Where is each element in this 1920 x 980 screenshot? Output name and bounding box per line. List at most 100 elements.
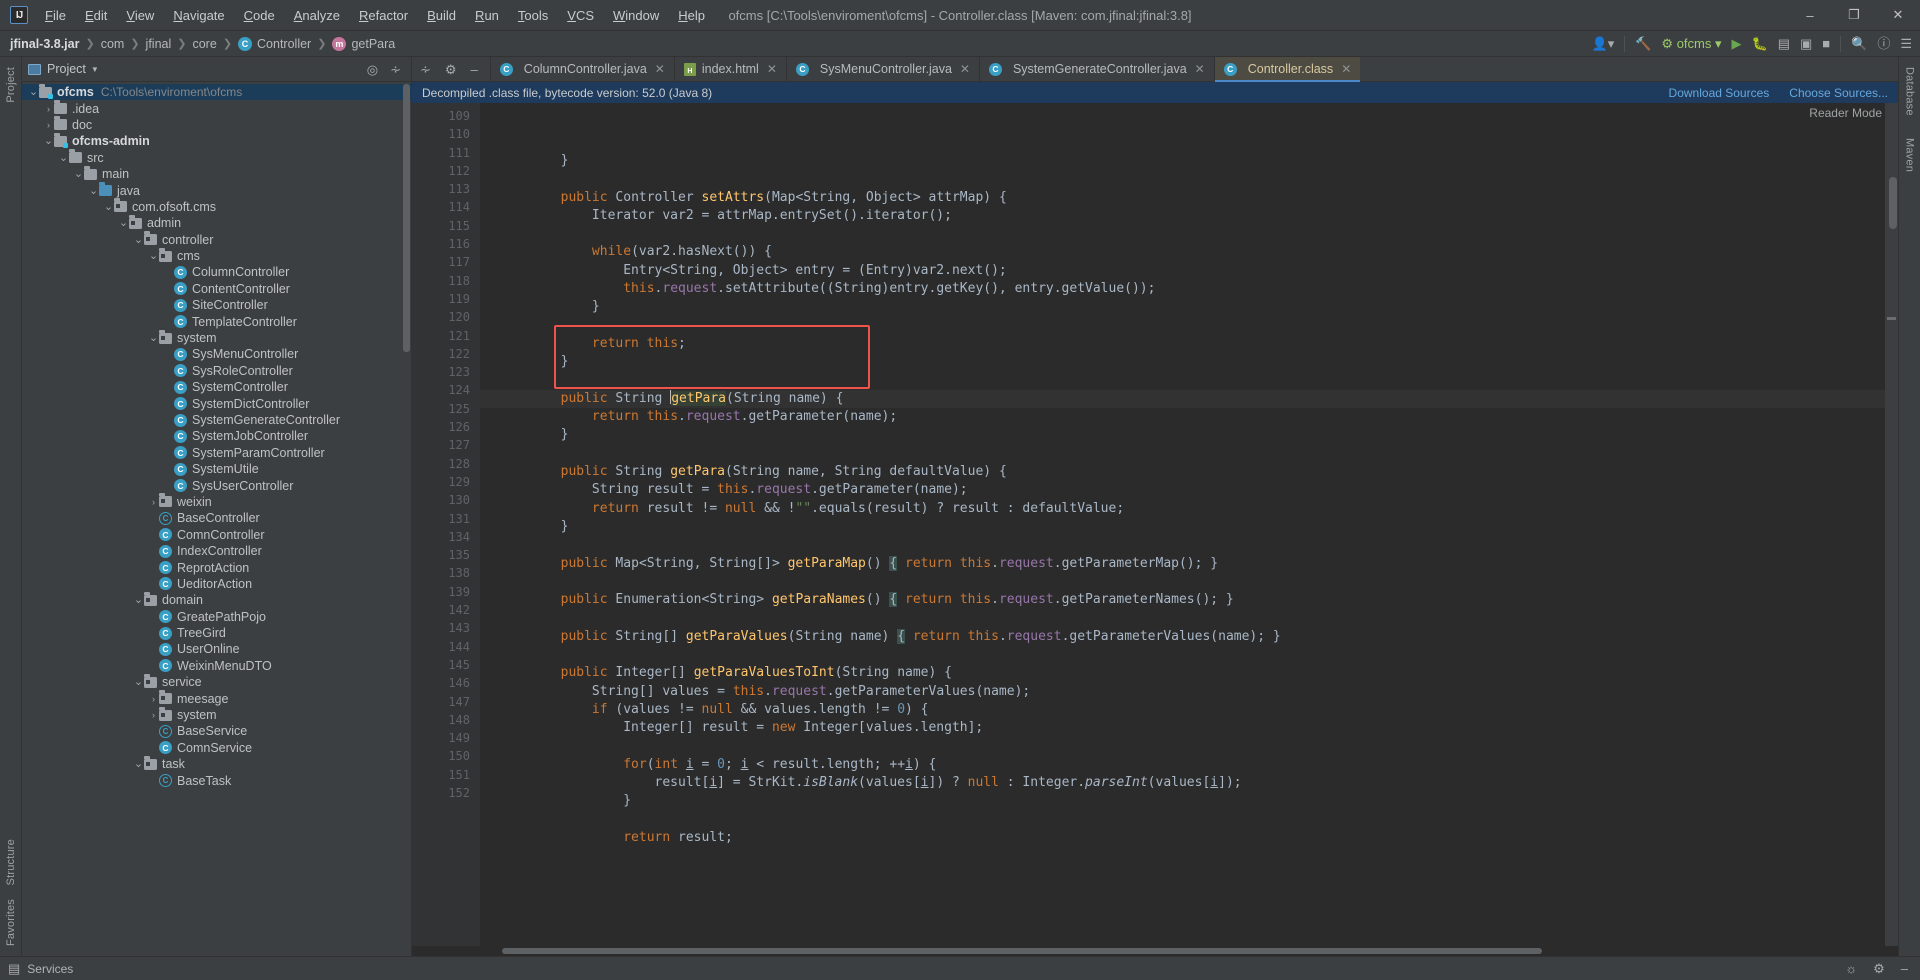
line-number-gutter[interactable]: 109 110 111−112 113114− 115 116117 118 119 120 12… <box>412 103 494 946</box>
tree-item-systemcontroller[interactable]: ›CSystemController <box>22 379 411 395</box>
code-line[interactable] <box>480 372 1885 390</box>
tree-item-systemgeneratecontroller[interactable]: ›CSystemGenerateController <box>22 412 411 428</box>
chevron-right-icon[interactable]: › <box>148 694 159 704</box>
code-line[interactable]: String[] values = this.request.getParame… <box>480 683 1885 701</box>
menu-item-file[interactable]: File <box>36 4 75 27</box>
tree-item-systemparamcontroller[interactable]: ›CSystemParamController <box>22 445 411 461</box>
code-line[interactable] <box>480 738 1885 756</box>
tool-window-project[interactable]: Project <box>5 63 17 107</box>
code-line[interactable]: } <box>480 152 1885 170</box>
close-tab-icon[interactable]: ✕ <box>960 62 970 76</box>
code-line[interactable] <box>480 811 1885 829</box>
maximize-button[interactable]: ❐ <box>1832 0 1876 31</box>
error-stripe-gutter[interactable] <box>1885 103 1898 946</box>
tree-item-systemdictcontroller[interactable]: ›CSystemDictController <box>22 395 411 411</box>
editor-horizontal-scrollbar-track[interactable] <box>412 946 1898 956</box>
close-tab-icon[interactable]: ✕ <box>1341 62 1351 76</box>
code-line[interactable] <box>480 609 1885 627</box>
menu-item-run[interactable]: Run <box>466 4 508 27</box>
crosshair-icon[interactable]: ◎ <box>367 63 378 76</box>
tool-window-maven[interactable]: Maven <box>1904 134 1916 176</box>
code-line[interactable] <box>480 573 1885 591</box>
code-line[interactable] <box>480 225 1885 243</box>
menu-item-vcs[interactable]: VCS <box>558 4 603 27</box>
chevron-right-icon[interactable]: › <box>43 104 54 114</box>
chevron-down-icon[interactable]: ⌄ <box>133 759 144 770</box>
project-tree-scrollbar[interactable] <box>403 84 410 352</box>
code-line[interactable]: public String getPara(String name, Strin… <box>480 463 1885 481</box>
project-tree[interactable]: ⌄ ofcms C:\Tools\enviroment\ofcms › .idea › do… <box>22 82 411 956</box>
chevron-down-icon[interactable]: ⌄ <box>133 595 144 606</box>
code-line[interactable]: public String getPara(String name) { <box>480 389 1885 409</box>
reader-mode-label[interactable]: Reader Mode <box>1809 106 1882 120</box>
code-line[interactable]: } <box>480 518 1885 536</box>
editor-tab-systemgeneratecontroller-java[interactable]: C SystemGenerateController.java ✕ <box>978 57 1214 81</box>
menu-item-analyze[interactable]: Analyze <box>285 4 349 27</box>
code-line[interactable] <box>480 445 1885 463</box>
tree-item-task[interactable]: ⌄ task <box>22 755 411 772</box>
chevron-down-icon[interactable]: ⌄ <box>73 169 84 180</box>
code-line[interactable]: } <box>480 792 1885 810</box>
tree-item-controller[interactable]: ⌄ controller <box>22 231 411 248</box>
code-line[interactable]: public String[] getParaValues(String nam… <box>480 628 1885 646</box>
breadcrumb-item-core[interactable]: core <box>192 37 216 51</box>
code-line[interactable]: return this.request.getParameter(name); <box>480 408 1885 426</box>
services-label[interactable]: Services <box>27 962 73 976</box>
debug-icon[interactable]: 🐛 <box>1752 37 1768 50</box>
breadcrumb-item-jfinal-3-8-jar[interactable]: jfinal-3.8.jar <box>10 37 79 51</box>
tree-item-domain[interactable]: ⌄ domain <box>22 591 411 608</box>
close-tab-icon[interactable]: ✕ <box>1195 62 1205 76</box>
tree-item-meesage[interactable]: › meesage <box>22 690 411 706</box>
download-sources-link[interactable]: Download Sources <box>1669 86 1770 100</box>
chevron-down-icon[interactable]: ⌄ <box>118 218 129 229</box>
tree-item-main[interactable]: ⌄ main <box>22 165 411 182</box>
chevron-down-icon[interactable]: ⌄ <box>148 333 159 344</box>
code-line[interactable]: public Controller setAttrs(Map<String, O… <box>480 189 1885 207</box>
code-editor[interactable]: Reader Mode 109110111−112113114−11511611… <box>412 103 1898 946</box>
editor-horizontal-scrollbar[interactable] <box>502 948 1542 954</box>
code-line[interactable]: return result; <box>480 829 1885 847</box>
tree-item-sitecontroller[interactable]: ›CSiteController <box>22 297 411 313</box>
tree-item--idea[interactable]: › .idea <box>22 100 411 116</box>
search-icon[interactable]: 🔍 <box>1851 37 1867 50</box>
tree-item-greatepathpojo[interactable]: ›CGreatePathPojo <box>22 609 411 625</box>
tree-item-com-ofsoft-cms[interactable]: ⌄ com.ofsoft.cms <box>22 198 411 215</box>
minimize-icon[interactable]: – <box>471 63 478 76</box>
gear-icon[interactable]: ⚙ <box>1873 962 1885 975</box>
code-line[interactable]: public Map<String, String[]> getParaMap(… <box>480 555 1885 573</box>
tree-item-treegird[interactable]: ›CTreeGird <box>22 625 411 641</box>
tree-item-java[interactable]: ⌄ java <box>22 182 411 198</box>
code-line[interactable]: result[i] = StrKit.isBlank(values[i]) ? … <box>480 774 1885 792</box>
code-line[interactable]: Iterator var2 = attrMap.entrySet().itera… <box>480 207 1885 225</box>
chevron-right-icon[interactable]: › <box>148 497 159 507</box>
services-icon[interactable]: ▤ <box>8 962 20 975</box>
code-line[interactable]: public Integer[] getParaValuesToInt(Stri… <box>480 664 1885 682</box>
tree-item-admin[interactable]: ⌄ admin <box>22 214 411 231</box>
tree-item-sysrolecontroller[interactable]: ›CSysRoleController <box>22 363 411 379</box>
chevron-down-icon[interactable]: ⌄ <box>43 136 54 147</box>
menu-item-navigate[interactable]: Navigate <box>164 4 233 27</box>
hide-icon[interactable]: – <box>1901 962 1908 975</box>
tree-item-ueditoraction[interactable]: ›CUeditorAction <box>22 576 411 592</box>
menu-item-refactor[interactable]: Refactor <box>350 4 417 27</box>
code-line[interactable] <box>480 646 1885 664</box>
tree-item-cms[interactable]: ⌄ cms <box>22 247 411 264</box>
menu-item-code[interactable]: Code <box>235 4 284 27</box>
tree-item-ofcms[interactable]: ⌄ ofcms C:\Tools\enviroment\ofcms <box>22 83 411 101</box>
close-tab-icon[interactable]: ✕ <box>655 62 665 76</box>
tree-item-templatecontroller[interactable]: ›CTemplateController <box>22 313 411 329</box>
breadcrumb-item-com[interactable]: com <box>101 37 125 51</box>
code-line[interactable]: public Enumeration<String> getParaNames(… <box>480 591 1885 609</box>
breadcrumb-item-getpara[interactable]: m getPara <box>332 36 395 51</box>
chevron-down-icon[interactable]: ⌄ <box>133 234 144 245</box>
code-line[interactable]: } <box>480 426 1885 444</box>
chevron-down-icon[interactable]: ⌄ <box>28 87 39 98</box>
chevron-right-icon[interactable]: › <box>148 710 159 720</box>
menu-item-tools[interactable]: Tools <box>509 4 557 27</box>
minimize-button[interactable]: – <box>1788 0 1832 31</box>
tree-item-system[interactable]: ⌄ system <box>22 329 411 346</box>
tree-item-doc[interactable]: › doc <box>22 116 411 133</box>
tree-item-columncontroller[interactable]: ›CColumnController <box>22 264 411 280</box>
stop-icon[interactable]: ■ <box>1822 37 1830 50</box>
code-line[interactable] <box>480 536 1885 554</box>
